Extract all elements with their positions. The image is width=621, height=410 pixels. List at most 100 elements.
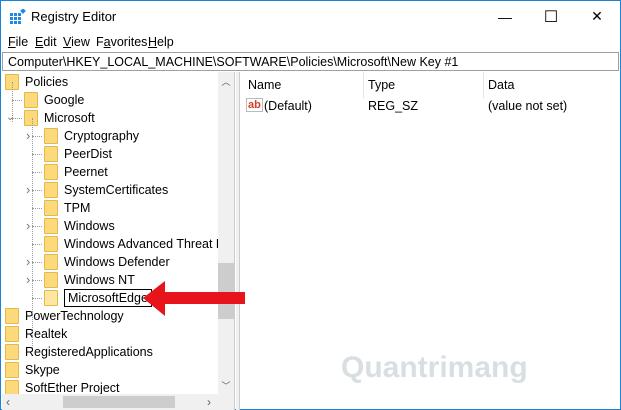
tree-item[interactable]: Google [24,91,84,109]
registry-editor-icon [10,9,26,24]
tree-connector [32,118,33,348]
folder-icon [24,110,38,126]
menu-bar: File Edit View Favorites Help [1,33,620,51]
value-name: (Default) [264,99,312,113]
folder-icon [44,128,58,144]
string-value-icon: ab [246,98,263,112]
scroll-left-icon[interactable]: ‹ [6,395,10,409]
tree-vertical-scrollbar[interactable]: ︿ ﹀ [218,72,234,394]
tree-item-label: Google [44,93,85,107]
horizontal-scroll-thumb[interactable] [63,396,175,408]
tree-item[interactable]: Skype [5,361,60,379]
tree-item-label: Microsoft [44,111,95,125]
value-type: REG_SZ [368,99,419,113]
tree-item-label: RegisteredApplications [25,345,153,359]
tree-item[interactable]: Policies [5,73,68,91]
tree-item[interactable]: Microsoft [24,109,95,127]
menu-edit[interactable]: Edit [35,35,57,49]
scroll-up-icon[interactable]: ︿ [218,75,234,88]
watermark: Quantrimang [341,351,528,384]
column-header-data[interactable]: Data [488,78,514,92]
menu-file[interactable]: File [8,35,28,49]
tree-item-label: TPM [64,201,91,215]
folder-icon [5,344,19,360]
tree-item[interactable]: MicrosoftEdge [44,289,152,307]
tree-item[interactable]: TPM [44,199,90,217]
tree-item-label: SoftEther Project [25,381,120,395]
tree-item-label[interactable]: MicrosoftEdge [64,289,152,307]
folder-icon [44,218,58,234]
tree-connector [32,208,42,209]
menu-view[interactable]: View [63,35,90,49]
window-title: Registry Editor [31,9,117,24]
expand-chevron-icon[interactable]: › [26,254,30,269]
folder-icon [44,200,58,216]
tree-item[interactable]: Windows [44,217,115,235]
close-button[interactable]: ✕ [574,1,620,32]
collapse-chevron-icon[interactable]: ⌄ [6,112,14,123]
tree-item[interactable]: PeerDist [44,145,112,163]
title-bar: Registry Editor — ☐ ✕ [1,1,620,32]
tree-connector [32,226,42,227]
red-arrow-annotation [143,281,245,316]
tree-connector [32,190,42,191]
tree-connector [32,136,42,137]
scroll-down-icon[interactable]: ﹀ [218,379,234,392]
folder-icon [44,272,58,288]
tree-item-label: Windows Advanced Threat Pr [64,237,229,251]
folder-icon [44,146,58,162]
tree-connector [32,244,42,245]
tree-item[interactable]: Windows NT [44,271,135,289]
tree-connector [32,172,42,173]
scroll-right-icon[interactable]: › [207,395,211,409]
tree-item[interactable]: Cryptography [44,127,139,145]
tree-connector [32,154,42,155]
address-bar[interactable]: Computer\HKEY_LOCAL_MACHINE\SOFTWARE\Pol… [2,52,619,71]
tree-connector [32,298,42,299]
tree-item-label: Windows Defender [64,255,170,269]
folder-icon [44,236,58,252]
expand-chevron-icon[interactable]: › [26,128,30,143]
tree-item-label: Windows [64,219,115,233]
tree-connector [12,82,13,122]
folder-icon [5,362,19,378]
key-tree[interactable]: Policies Google Microsoft ⌄ Cryptography › Pee… [2,72,235,410]
folder-icon [44,254,58,270]
tree-item[interactable]: Realtek [5,325,67,343]
expand-chevron-icon[interactable]: › [26,218,30,233]
column-divider[interactable] [483,72,484,98]
maximize-button[interactable]: ☐ [528,1,574,32]
tree-item[interactable]: Windows Defender [44,253,170,271]
expand-chevron-icon[interactable]: › [26,272,30,287]
tree-item[interactable]: PowerTechnology [5,307,124,325]
tree-item-label: Skype [25,363,60,377]
column-divider[interactable] [363,72,364,98]
tree-item-label: Peernet [64,165,108,179]
tree-connector [32,280,42,281]
folder-icon [44,164,58,180]
menu-help[interactable]: Help [148,35,174,49]
folder-icon [44,290,58,306]
folder-icon [44,182,58,198]
tree-item[interactable]: RegisteredApplications [5,343,153,361]
folder-icon [5,326,19,342]
folder-icon [24,92,38,108]
registry-editor-window: Registry Editor — ☐ ✕ File Edit View Fav… [0,0,621,410]
tree-item-label: Windows NT [64,273,135,287]
expand-chevron-icon[interactable]: › [26,182,30,197]
folder-icon [5,308,19,324]
column-header-name[interactable]: Name [248,78,281,92]
tree-item[interactable]: Peernet [44,163,108,181]
tree-item-label: Policies [25,75,69,89]
tree-item-label: PowerTechnology [25,309,124,323]
pane-splitter[interactable] [236,72,240,410]
minimize-button[interactable]: — [482,1,528,32]
tree-connector [12,100,22,101]
tree-item-label: Cryptography [64,129,140,143]
tree-item-label: SystemCertificates [64,183,169,197]
tree-item[interactable]: Windows Advanced Threat Pr [44,235,228,253]
column-header-type[interactable]: Type [368,78,395,92]
menu-favorites[interactable]: Favorites [96,35,147,49]
tree-item[interactable]: SystemCertificates [44,181,168,199]
tree-connector [32,262,42,263]
